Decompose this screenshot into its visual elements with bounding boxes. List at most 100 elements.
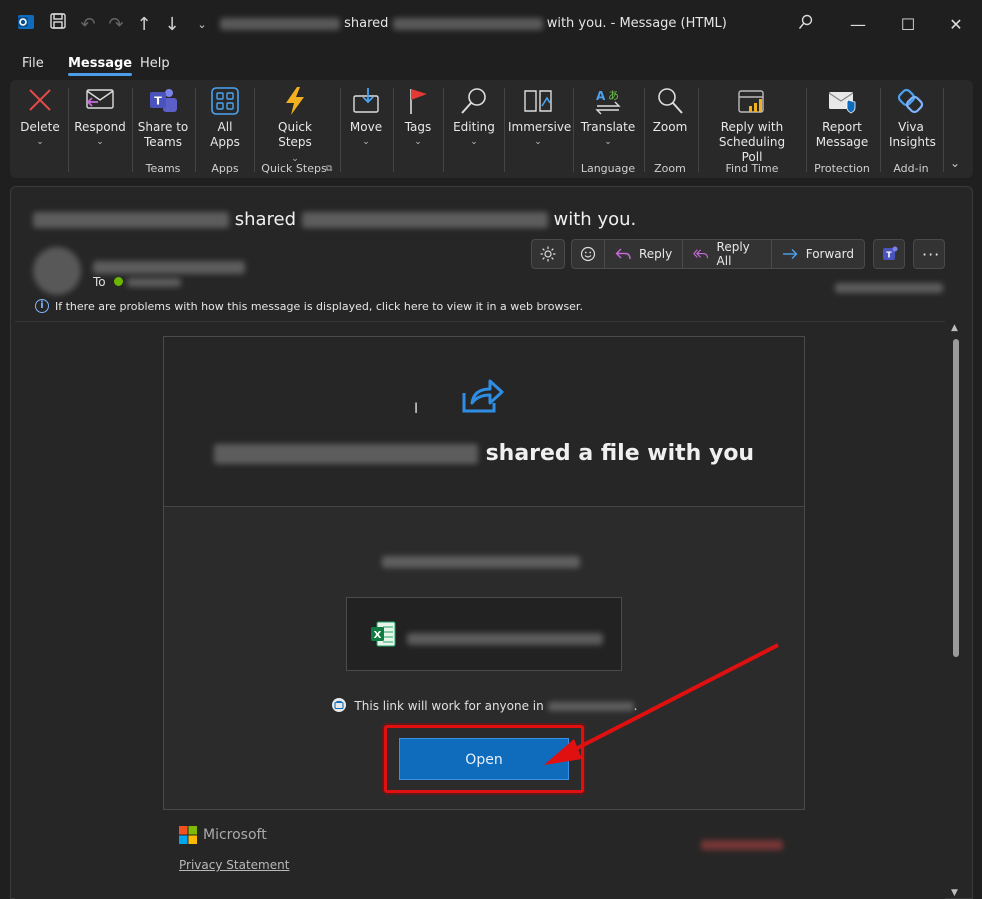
group-label-language: Language <box>580 162 636 175</box>
smiley-icon <box>580 246 596 262</box>
editing-button[interactable]: Editing ⌄ <box>448 86 500 150</box>
translate-icon: Aあ <box>578 86 638 116</box>
reply-arrow-icon <box>615 248 631 260</box>
move-button[interactable]: Move ⌄ <box>344 86 388 150</box>
respond-envelope-icon <box>72 86 128 116</box>
quick-steps-button[interactable]: Quick Steps ⌄ <box>260 86 330 167</box>
svg-text:T: T <box>886 251 892 260</box>
customize-toolbar-icon[interactable]: ⌄ <box>190 12 214 38</box>
sender-name-redacted <box>213 444 478 464</box>
chevron-down-icon: ⌄ <box>362 137 370 147</box>
microsoft-logo: Microsoft <box>179 826 267 844</box>
report-message-button[interactable]: Report Message <box>810 86 874 150</box>
menu-tabs: File Message Help <box>0 52 982 78</box>
reply-button[interactable]: Reply <box>605 240 684 268</box>
excel-file-icon: X <box>369 620 397 652</box>
teams-share-icon[interactable]: T <box>874 240 906 268</box>
save-icon[interactable] <box>46 12 70 38</box>
window-title: shared with you. - Message (HTML) <box>220 16 727 31</box>
share-to-teams-button[interactable]: T Share to Teams <box>136 86 190 150</box>
group-label-find-time: Find Time <box>725 162 779 175</box>
immersive-reader-icon <box>508 86 568 116</box>
title-bar: ↶ ↷ ↑ ↓ ⌄ shared with you. - Message (HT… <box>0 0 982 50</box>
reading-pane: shared with you. To Reply Reply All Forw… <box>10 186 973 899</box>
sender-name-redacted <box>33 212 229 228</box>
group-label-apps: Apps <box>211 162 239 175</box>
ribbon: Delete ⌄ Respond ⌄ T Share to Teams Team… <box>10 80 973 178</box>
delete-button[interactable]: Delete ⌄ <box>16 86 64 150</box>
text-cursor-icon: I <box>414 401 419 417</box>
info-icon: i <box>35 299 49 313</box>
microsoft-squares-icon <box>179 826 197 844</box>
flag-icon <box>398 86 438 116</box>
forward-button[interactable]: Forward <box>772 240 864 268</box>
all-apps-button[interactable]: All Apps <box>200 86 250 150</box>
footer-redacted <box>701 834 783 853</box>
title-with-you: with you. <box>546 16 607 31</box>
respond-button[interactable]: Respond ⌄ <box>72 86 128 150</box>
received-date-redacted <box>835 277 943 296</box>
minimize-button[interactable]: — <box>838 10 878 40</box>
search-icon[interactable] <box>786 10 826 40</box>
share-arrow-icon <box>460 377 504 421</box>
down-arrow-icon[interactable]: ↓ <box>160 12 184 38</box>
share-card: I shared a file with you X This link wil… <box>163 336 805 810</box>
tab-file[interactable]: File <box>22 56 44 71</box>
teams-share-group: T <box>873 239 905 269</box>
theme-toggle-group <box>531 239 565 269</box>
maximize-button[interactable]: ☐ <box>888 10 928 40</box>
scroll-up-arrow-icon[interactable]: ▲ <box>951 323 958 333</box>
chevron-down-icon: ⌄ <box>414 137 422 147</box>
tab-help[interactable]: Help <box>140 56 170 71</box>
scroll-down-arrow-icon[interactable]: ▼ <box>951 888 958 898</box>
annotation-arrow-icon <box>544 643 779 765</box>
message-text-redacted <box>382 551 580 570</box>
up-arrow-icon[interactable]: ↑ <box>132 12 156 38</box>
teams-icon: T <box>136 86 190 116</box>
info-bar[interactable]: i If there are problems with how this me… <box>35 299 583 313</box>
scrollbar-thumb[interactable] <box>953 339 959 657</box>
svg-text:あ: あ <box>608 89 619 102</box>
file-name-redacted <box>392 17 543 30</box>
immersive-button[interactable]: Immersive ⌄ <box>508 86 571 150</box>
redo-icon[interactable]: ↷ <box>104 12 128 38</box>
forward-arrow-icon <box>782 249 798 259</box>
emoji-reaction-button[interactable] <box>572 240 605 268</box>
sun-icon[interactable] <box>532 240 564 268</box>
reply-all-button[interactable]: Reply All <box>683 240 772 268</box>
chevron-down-icon: ⌄ <box>604 137 612 147</box>
delete-x-icon <box>16 86 64 116</box>
message-body: I shared a file with you X This link wil… <box>15 321 945 899</box>
more-options-icon[interactable]: ··· <box>914 240 948 268</box>
chevron-down-icon: ⌄ <box>96 137 104 147</box>
tags-button[interactable]: Tags ⌄ <box>398 86 438 150</box>
scrollbar[interactable]: ▲ ▼ <box>949 323 963 898</box>
svg-text:X: X <box>374 630 382 641</box>
recipient-redacted[interactable] <box>126 278 181 287</box>
sender-name[interactable] <box>93 257 245 276</box>
zoom-magnifier-icon <box>648 86 692 116</box>
zoom-button[interactable]: Zoom <box>648 86 692 135</box>
apps-grid-icon <box>200 86 250 116</box>
dialog-launcher-icon[interactable]: ⧉ <box>326 164 332 174</box>
search-magnifier-icon <box>448 86 500 116</box>
tab-message[interactable]: Message <box>68 56 133 76</box>
message-subject: shared with you. <box>33 209 636 230</box>
title-window-type: Message (HTML) <box>619 16 727 31</box>
ribbon-expand-chevron-icon[interactable]: ⌄ <box>950 156 960 170</box>
calendar-poll-icon <box>702 86 802 116</box>
title-shared: shared <box>344 16 389 31</box>
close-button[interactable]: ✕ <box>936 10 976 40</box>
lightning-icon <box>260 86 330 116</box>
avatar[interactable] <box>33 247 81 295</box>
chevron-down-icon: ⌄ <box>534 137 542 147</box>
group-label-quick-steps: Quick Steps <box>261 162 327 175</box>
reply-with-scheduling-poll-button[interactable]: Reply with Scheduling Poll <box>702 86 802 165</box>
privacy-statement-link[interactable]: Privacy Statement <box>179 858 289 872</box>
translate-button[interactable]: Aあ Translate ⌄ <box>578 86 638 150</box>
undo-icon[interactable]: ↶ <box>76 12 100 38</box>
chevron-down-icon: ⌄ <box>470 137 478 147</box>
svg-text:A: A <box>596 89 606 103</box>
viva-insights-button[interactable]: Viva Insights <box>884 86 938 150</box>
share-card-header: I shared a file with you <box>164 337 804 507</box>
